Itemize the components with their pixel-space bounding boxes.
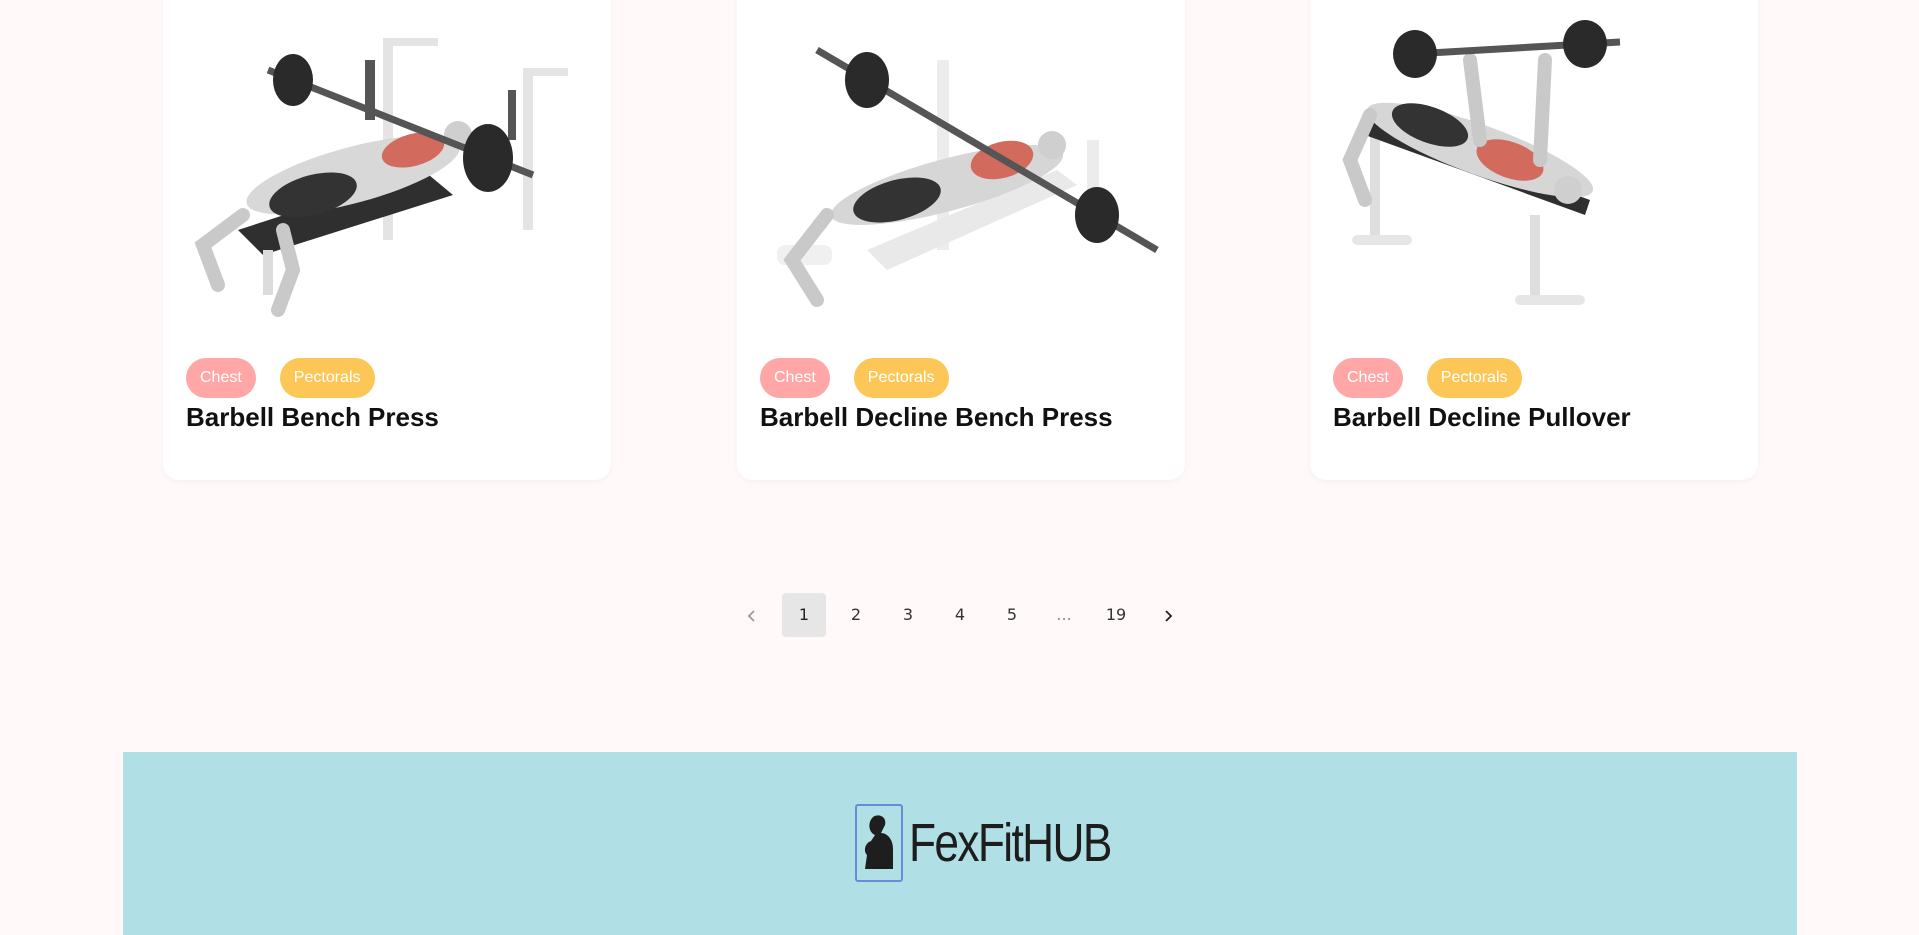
exercise-title[interactable]: Barbell Bench Press xyxy=(186,402,439,433)
flexed-arm-icon xyxy=(855,804,903,882)
exercise-title[interactable]: Barbell Decline Bench Press xyxy=(760,402,1113,433)
tag-chest[interactable]: Chest xyxy=(760,358,830,398)
page-ellipsis: ... xyxy=(1056,605,1072,624)
exercise-card[interactable]: Chest Pectorals Barbell Bench Press xyxy=(163,0,611,480)
logo-text: FexFitHUB xyxy=(909,813,1112,873)
chevron-right-icon xyxy=(1165,609,1173,622)
page-button-4[interactable]: 4 xyxy=(938,593,982,637)
page-button-1[interactable]: 1 xyxy=(782,593,826,637)
tag-list: Chest Pectorals xyxy=(1333,358,1522,398)
exercise-title[interactable]: Barbell Decline Pullover xyxy=(1333,402,1631,433)
tag-list: Chest Pectorals xyxy=(186,358,375,398)
tag-pectorals[interactable]: Pectorals xyxy=(853,358,949,398)
pagination: 1 2 3 4 5 ... 19 xyxy=(730,593,1190,637)
chevron-left-icon xyxy=(747,609,755,622)
exercise-card[interactable]: Chest Pectorals Barbell Decline Pullover xyxy=(1310,0,1758,480)
page-button-5[interactable]: 5 xyxy=(990,593,1034,637)
page-button-2[interactable]: 2 xyxy=(834,593,878,637)
previous-page-button[interactable] xyxy=(730,593,774,637)
tag-chest[interactable]: Chest xyxy=(1333,358,1403,398)
tag-pectorals[interactable]: Pectorals xyxy=(1426,358,1522,398)
site-logo[interactable]: FexFitHUB xyxy=(855,804,1155,882)
barbell-decline-bench-press-illustration xyxy=(777,46,1159,307)
tag-pectorals[interactable]: Pectorals xyxy=(279,358,375,398)
tag-chest[interactable]: Chest xyxy=(186,358,256,398)
barbell-decline-pullover-illustration xyxy=(1342,20,1621,305)
footer: FexFitHUB xyxy=(123,752,1797,935)
exercise-card[interactable]: Chest Pectorals Barbell Decline Bench Pr… xyxy=(737,0,1185,480)
page-button-19[interactable]: 19 xyxy=(1094,593,1138,637)
barbell-bench-press-illustration xyxy=(194,38,568,317)
tag-list: Chest Pectorals xyxy=(760,358,949,398)
next-page-button[interactable] xyxy=(1146,593,1190,637)
page: Chest Pectorals Barbell Bench Press Ches… xyxy=(0,0,1919,935)
page-button-3[interactable]: 3 xyxy=(886,593,930,637)
